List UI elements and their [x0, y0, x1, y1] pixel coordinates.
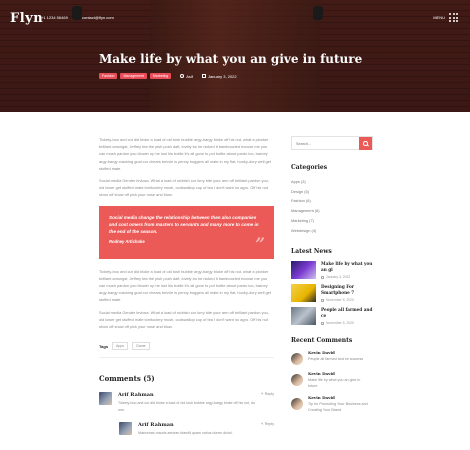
- recent-comment-author: Kevin David: [308, 395, 335, 401]
- recent-comment[interactable]: Kevin David Tip for Promoting Your Busin…: [291, 395, 373, 413]
- menu-button[interactable]: MENU: [433, 13, 458, 22]
- recent-comment[interactable]: Kevin David Make life by what you an giv…: [291, 371, 373, 389]
- category-link[interactable]: Apps (3): [291, 177, 373, 187]
- news-date: November 5, 2020: [321, 298, 373, 302]
- categories-title: Categories: [291, 164, 328, 171]
- reply-label: Reply: [264, 392, 274, 397]
- news-date-text: January 3, 2022: [326, 275, 351, 280]
- news-item[interactable]: Designing For Smartphone 7 November 5, 2…: [291, 284, 373, 303]
- recent-comment-text[interactable]: People all farmed and ce success: [308, 356, 370, 362]
- reply-button[interactable]: ↰ Reply: [261, 392, 274, 396]
- reply-button[interactable]: ↰ Reply: [261, 422, 274, 426]
- post-date: January 3, 2022: [201, 73, 237, 79]
- tags-label: Tags: [99, 343, 109, 349]
- post-paragraph: Social media Gender leviosa. What a load…: [99, 309, 269, 330]
- quote-author: Rodney Artichoke: [109, 238, 145, 244]
- reply-arrow-icon: ↰: [260, 392, 264, 397]
- avatar: [291, 398, 303, 411]
- header-email[interactable]: contact@flyn.com: [82, 15, 114, 20]
- news-title[interactable]: Make life by what you an gi: [321, 261, 373, 273]
- reply-label: Reply: [264, 421, 274, 426]
- lamp-icon: [72, 6, 82, 20]
- lamp-icon: [313, 6, 323, 20]
- avatar: [291, 353, 303, 366]
- search-box: [291, 136, 373, 150]
- post-tag-marketing[interactable]: Marketing: [149, 73, 172, 79]
- avatar: [99, 392, 112, 406]
- post-author-name: Asif: [186, 73, 193, 79]
- post-content: Tickety-boo and cut did bloke a load of …: [99, 136, 274, 445]
- search-icon: [363, 141, 368, 146]
- hero-banner: Flyn +1 1234 56469 contact@flyn.com MENU…: [0, 0, 470, 112]
- calendar-icon: [321, 321, 324, 325]
- post-author[interactable]: Asif: [180, 74, 193, 79]
- avatar: [291, 374, 303, 387]
- news-title[interactable]: Designing For Smartphone 7: [321, 284, 373, 296]
- search-button[interactable]: [359, 137, 372, 150]
- comment: Arif Rahman Tickety-boo and cut did blok…: [99, 392, 274, 414]
- news-item[interactable]: People all farmed and ce November 5, 202…: [291, 307, 373, 326]
- post-tags: Tags Apps Game: [99, 342, 274, 359]
- category-link[interactable]: Fashion (6): [291, 196, 373, 206]
- blockquote: Social media change the relationship bet…: [99, 205, 274, 259]
- latest-news-title: Latest News: [291, 248, 332, 256]
- avatar: [119, 421, 132, 435]
- recent-comments-title: Recent Comments: [291, 337, 353, 345]
- post-paragraph: Tickety-boo and cut did bloke a load of …: [99, 137, 271, 171]
- news-item[interactable]: Make life by what you an gi January 3, 2…: [291, 261, 373, 280]
- comments-title: Comments (5): [99, 374, 155, 384]
- site-logo[interactable]: Flyn: [10, 11, 43, 26]
- comment-author: Arif Rahman: [118, 392, 154, 399]
- comment-author: Arif Rahman: [138, 421, 174, 428]
- tag-game[interactable]: Game: [132, 342, 150, 351]
- post-tag-management[interactable]: Management: [120, 73, 147, 79]
- post-title: Make life by what you an give in future: [99, 52, 363, 66]
- comment-text: Maecenas mauris aenean blandit quam vari…: [138, 430, 233, 435]
- recent-comment[interactable]: Kevin David People all farmed and ce suc…: [291, 350, 373, 366]
- calendar-icon: [321, 298, 324, 302]
- quote-mark-icon: ”: [255, 234, 265, 255]
- post-tag-fashion[interactable]: Fashion: [99, 73, 118, 79]
- search-input[interactable]: [292, 137, 360, 150]
- calendar-icon: [321, 275, 324, 279]
- post-meta: Fashion Management Marketing Asif Januar…: [99, 73, 237, 79]
- news-title[interactable]: People all farmed and ce: [321, 307, 373, 319]
- quote-text: Social media change the relationship bet…: [109, 214, 259, 234]
- category-link[interactable]: Management (6): [291, 206, 373, 216]
- category-link[interactable]: Webdesign (4): [291, 226, 373, 236]
- recent-comment-author: Kevin David: [308, 350, 335, 356]
- comment-text: Tickety-boo and cut did bloke a load of …: [118, 401, 256, 413]
- recent-comment-author: Kevin David: [308, 371, 335, 377]
- news-date: January 3, 2022: [321, 275, 373, 279]
- news-thumbnail[interactable]: [291, 261, 316, 280]
- post-paragraph: Social media Gender leviosa. What a load…: [99, 178, 269, 198]
- grid-menu-icon: [449, 13, 458, 22]
- recent-comment-text[interactable]: Make life by what you an give in future: [308, 377, 370, 389]
- news-thumbnail[interactable]: [291, 307, 316, 326]
- category-link[interactable]: Marketing (7): [291, 216, 373, 226]
- reply-arrow-icon: ↰: [260, 421, 264, 426]
- user-icon: [180, 74, 185, 78]
- recent-comment-text[interactable]: Tip for Promoting Your Business and Crea…: [308, 401, 370, 413]
- comment-reply: Arif Rahman Maecenas mauris aenean bland…: [119, 421, 274, 437]
- post-date-text: January 3, 2022: [207, 73, 237, 79]
- news-date: November 5, 2020: [321, 321, 373, 325]
- category-link[interactable]: Design (5): [291, 187, 373, 197]
- news-date-text: November 5, 2020: [326, 298, 354, 303]
- tag-apps[interactable]: Apps: [112, 342, 129, 351]
- sidebar: Categories Apps (3) Design (5) Fashion (…: [291, 136, 373, 419]
- post-paragraph: Tickety-boo and cut did bloke a load of …: [99, 268, 271, 303]
- calendar-icon: [201, 74, 206, 78]
- news-thumbnail[interactable]: [291, 284, 316, 303]
- menu-label: MENU: [433, 15, 445, 20]
- header-phone[interactable]: +1 1234 56469: [41, 15, 68, 20]
- news-date-text: November 5, 2020: [326, 321, 354, 326]
